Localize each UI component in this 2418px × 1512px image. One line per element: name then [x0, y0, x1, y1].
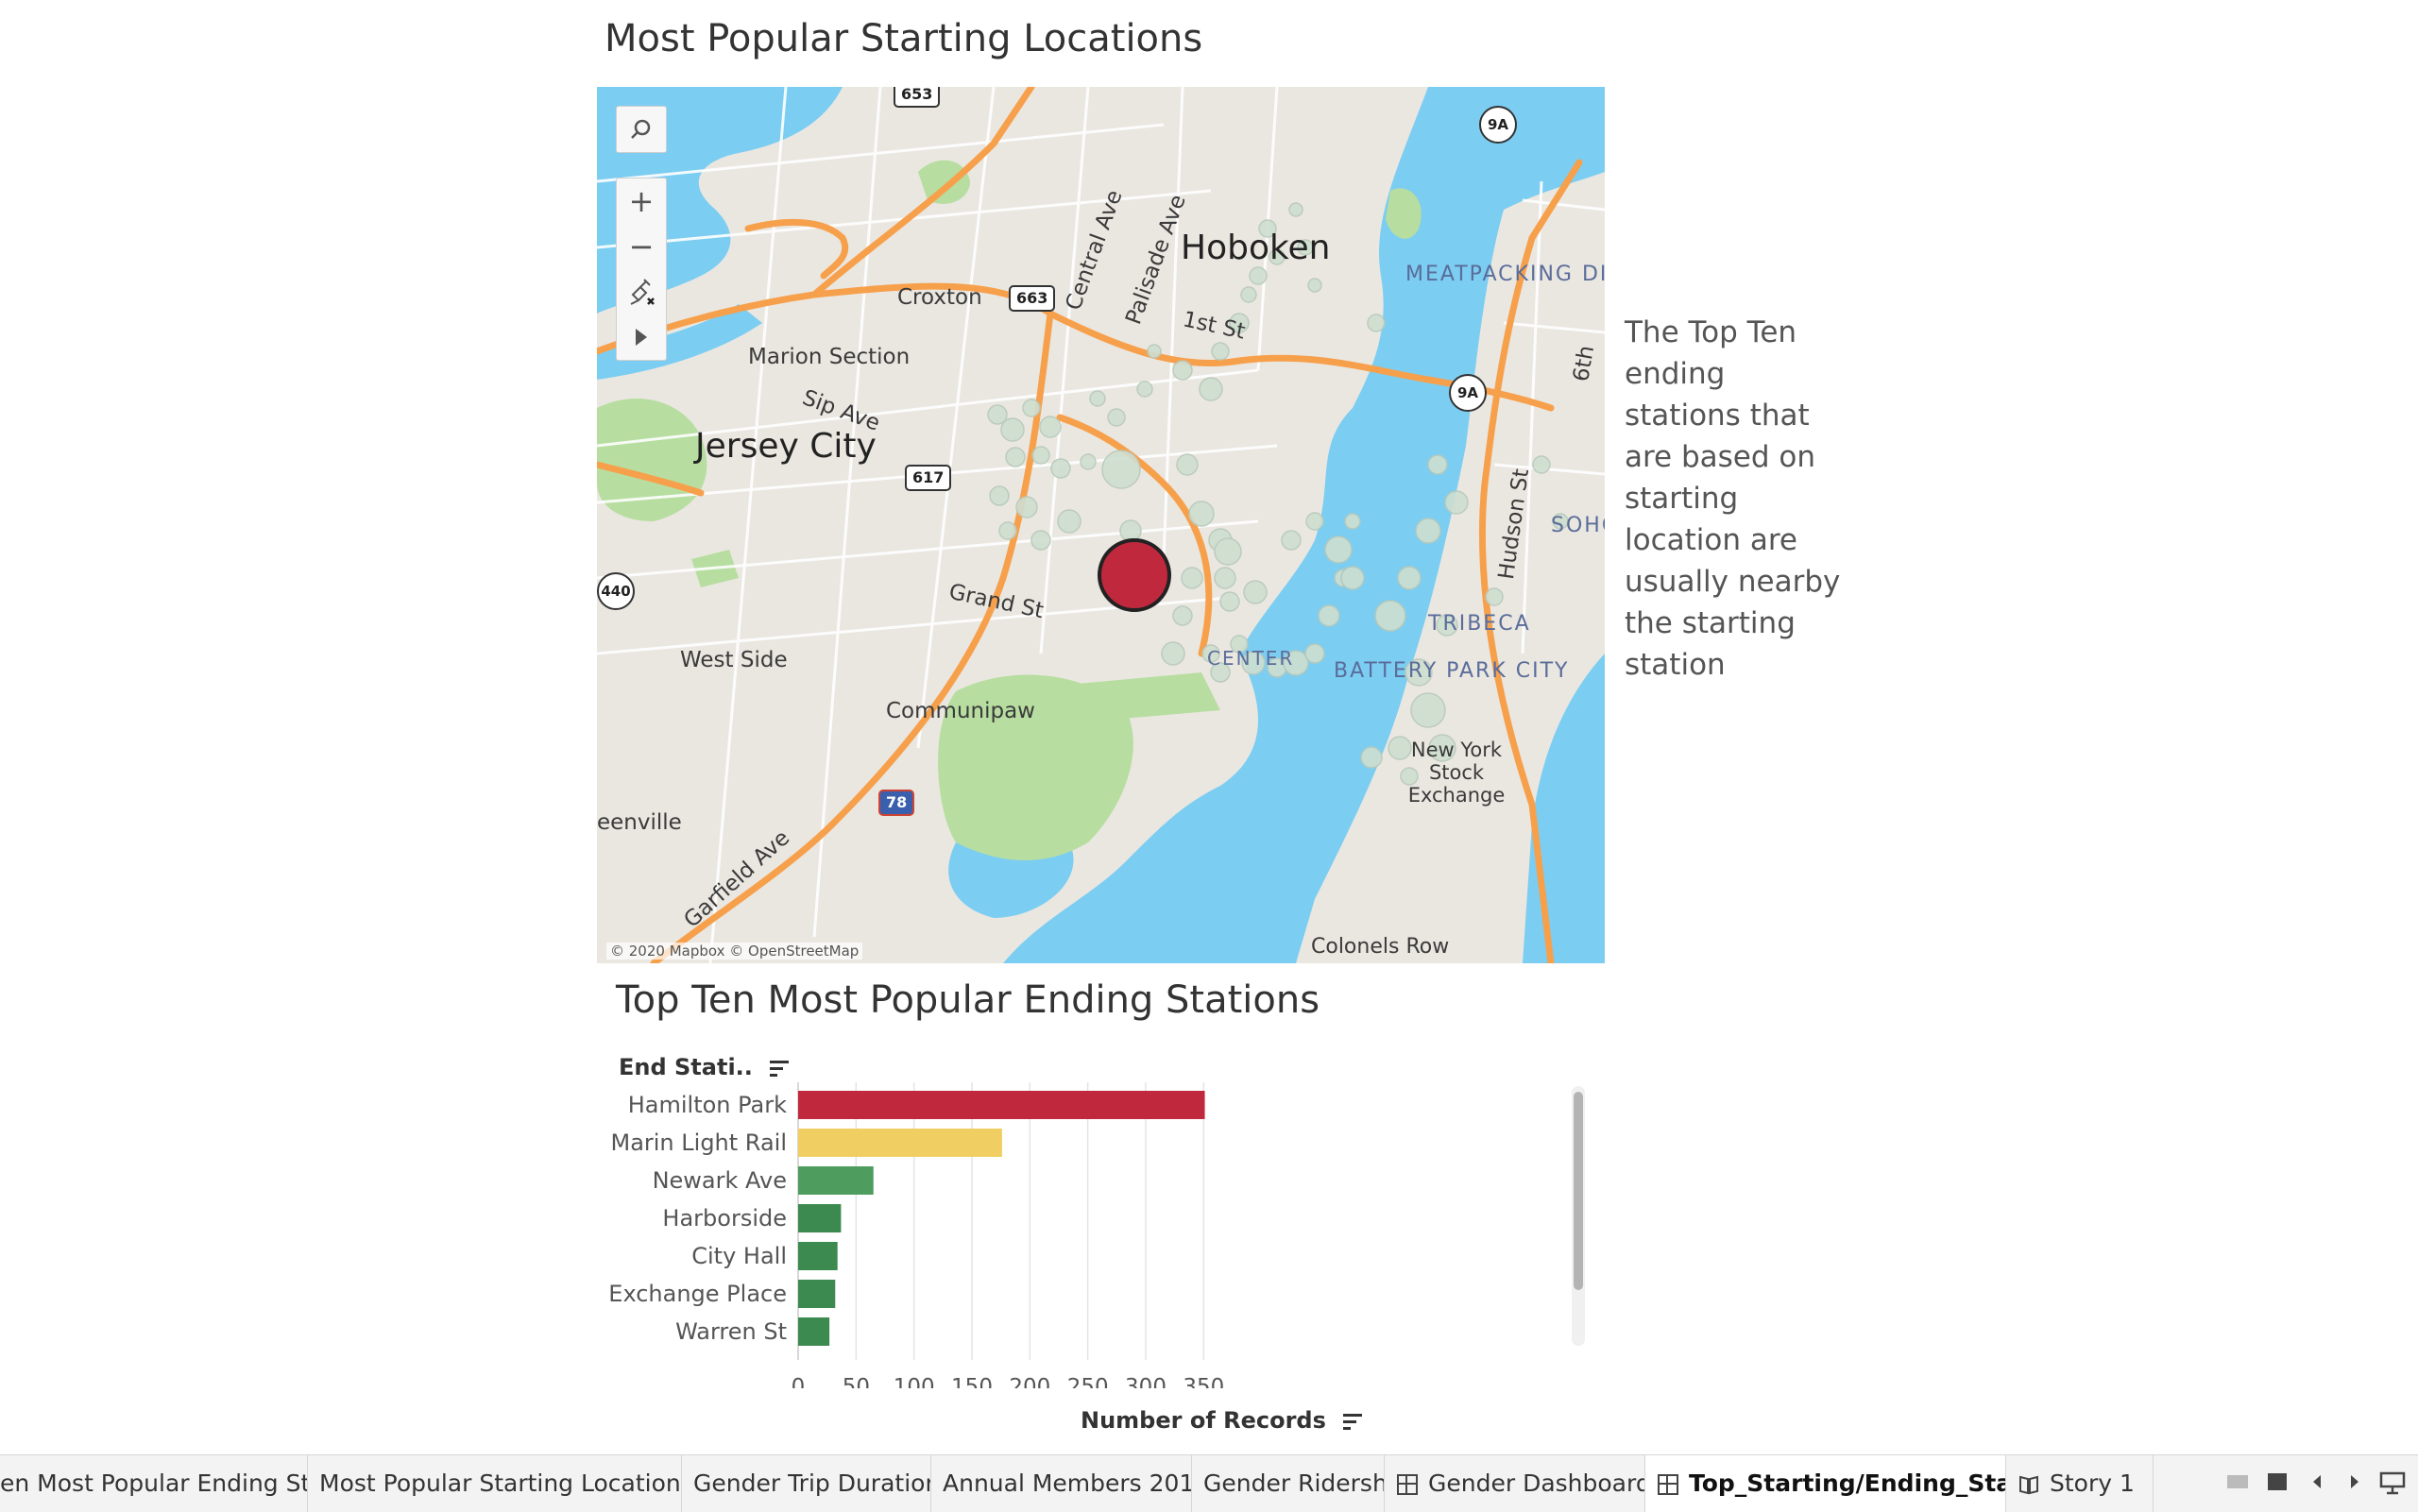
category-label[interactable]: Newark Ave [653, 1167, 787, 1194]
map-label-tribeca: TRIBECA [1428, 612, 1531, 636]
route-shield-617: 617 [905, 465, 952, 491]
show-tabs-icon[interactable] [2265, 1470, 2290, 1494]
map-label-hoboken: Hoboken [1181, 229, 1331, 267]
prev-sheet-icon[interactable] [2308, 1470, 2327, 1494]
map-label-battery-park: BATTERY PARK CITY [1334, 659, 1570, 683]
map-label-soho: SOHO [1551, 514, 1605, 537]
x-tick-label: 250 [1067, 1375, 1109, 1388]
bar[interactable] [798, 1242, 838, 1270]
bar[interactable] [798, 1280, 836, 1308]
zoom-out-button[interactable]: − [617, 224, 666, 269]
sheet-tab[interactable]: Top_Starting/Ending_Stati... [1645, 1455, 2006, 1512]
map-label-colonels-row: Colonels Row [1311, 935, 1450, 959]
bar[interactable] [798, 1166, 874, 1195]
sort-icon[interactable] [1341, 1411, 1364, 1432]
category-label[interactable]: Hamilton Park [628, 1092, 787, 1118]
sheet-tab[interactable]: Annual Members 2018 [931, 1455, 1192, 1512]
side-note-text: The Top Ten ending stations that are bas… [1625, 315, 1841, 682]
map-zoom-toolbar: + − [616, 178, 667, 361]
unpin-map-button[interactable] [617, 269, 666, 314]
x-axis-label[interactable]: Number of Records [1081, 1407, 1364, 1434]
route-shield-9a-top: 9A [1479, 106, 1517, 144]
category-label[interactable]: Warren St [675, 1318, 787, 1345]
dashboard-icon [1658, 1474, 1678, 1495]
x-tick-label: 0 [792, 1375, 806, 1388]
x-axis-label-text: Number of Records [1081, 1407, 1326, 1434]
map-view[interactable]: Hoboken Jersey City Croxton Marion Secti… [597, 87, 1605, 963]
category-label[interactable]: City Hall [691, 1243, 787, 1269]
route-shield-440: 440 [597, 572, 635, 610]
next-sheet-icon[interactable] [2344, 1470, 2363, 1494]
sheet-tab-label: Top_Starting/Ending_Stati... [1689, 1470, 2005, 1497]
x-tick-label: 300 [1125, 1375, 1166, 1388]
bar[interactable] [798, 1129, 1002, 1157]
story-icon [2019, 1475, 2038, 1495]
search-icon [631, 119, 651, 139]
map-search-button[interactable] [617, 107, 666, 152]
x-tick-label: 200 [1009, 1375, 1050, 1388]
sheet-tab-label: Most Popular Starting Locations [319, 1470, 682, 1497]
sheet-tab[interactable]: Story 1 [2006, 1455, 2154, 1512]
show-filmstrip-icon[interactable] [2225, 1470, 2250, 1494]
sheet-tab-bar: en Most Popular Ending St… Most Popular S… [0, 1454, 2418, 1512]
sheet-tab-label: en Most Popular Ending St… [0, 1470, 308, 1497]
map-label-greenville: eenville [597, 810, 682, 835]
x-tick-label: 150 [951, 1375, 993, 1388]
sheet-tab-label: Story 1 [2050, 1470, 2135, 1497]
sheet-tab-label: Gender Dashboard [1428, 1470, 1645, 1497]
sheet-tab-label: Annual Members 2018 [943, 1470, 1192, 1497]
map-label-marion-section: Marion Section [748, 345, 911, 369]
sheet-tab-label: Gender Ridership [1203, 1470, 1384, 1497]
bar[interactable] [798, 1204, 842, 1232]
category-label[interactable]: Harborside [662, 1205, 787, 1232]
category-label[interactable]: Exchange Place [608, 1281, 787, 1307]
unpin-icon [630, 279, 655, 305]
map-label-nyse: New York Stock Exchange [1407, 739, 1506, 807]
map-label-newport-center: CENTER [1207, 647, 1295, 670]
bar-chart[interactable]: 0 50 100 150 200 250 300 350 Hamilton Park Marin … [604, 1077, 1587, 1388]
chart-title: Top Ten Most Popular Ending Stations [616, 978, 1320, 1022]
x-tick-label: 350 [1183, 1375, 1224, 1388]
x-tick-label: 100 [894, 1375, 935, 1388]
presentation-mode-icon[interactable] [2378, 1470, 2407, 1496]
sort-icon[interactable] [768, 1058, 791, 1079]
route-shield-9a-mid: 9A [1449, 374, 1487, 412]
map-title: Most Popular Starting Locations [604, 17, 1203, 60]
interstate-shield-78: 78 [878, 790, 915, 816]
route-shield-663: 663 [1009, 285, 1056, 312]
chart-scrollbar-thumb[interactable] [1574, 1092, 1583, 1290]
map-label-jersey-city: Jersey City [695, 427, 877, 466]
category-label[interactable]: Marin Light Rail [610, 1130, 787, 1156]
zoom-in-button[interactable]: + [617, 178, 666, 224]
route-shield-653: 653 [894, 87, 941, 108]
map-label-communipaw: Communipaw [886, 699, 1035, 723]
bar[interactable] [798, 1317, 830, 1346]
sheet-tab[interactable]: en Most Popular Ending St… [0, 1455, 308, 1512]
bar[interactable] [798, 1091, 1205, 1119]
sheet-tab[interactable]: Gender Dashboard [1385, 1455, 1645, 1512]
map-attribution[interactable]: © 2020 Mapbox © OpenStreetMap [606, 943, 863, 960]
sheet-tab[interactable]: Gender Trip Duration [682, 1455, 931, 1512]
sheet-tab-label: Gender Trip Duration [693, 1470, 931, 1497]
play-icon [636, 329, 647, 346]
x-tick-label: 50 [843, 1375, 870, 1388]
sheet-tab[interactable]: Gender Ridership [1192, 1455, 1385, 1512]
map-label-west-side: West Side [680, 648, 788, 672]
map-search-toolbar [616, 106, 667, 153]
map-label-meatpacking: MEATPACKING DISTRICT [1405, 263, 1605, 286]
map-label-croxton: Croxton [897, 285, 982, 310]
sheet-tab[interactable]: Most Popular Starting Locations [308, 1455, 682, 1512]
dashboard-icon [1397, 1474, 1418, 1495]
chart-scrollbar[interactable] [1572, 1086, 1585, 1346]
map-expand-button[interactable] [617, 314, 666, 360]
